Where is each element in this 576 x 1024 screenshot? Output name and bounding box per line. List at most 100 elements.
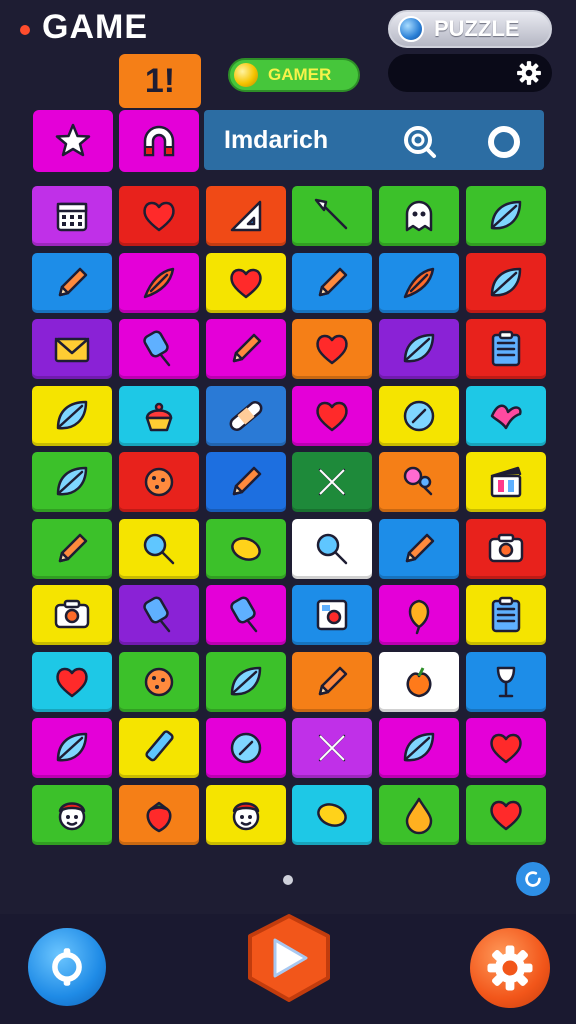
- grid-tile[interactable]: [118, 784, 199, 845]
- refresh-ring-icon[interactable]: [484, 122, 524, 162]
- grid-tile[interactable]: [292, 186, 373, 246]
- cross-icon: [319, 468, 346, 496]
- grid-tile[interactable]: [118, 452, 199, 512]
- settings-button[interactable]: [470, 928, 550, 1008]
- grid-tile[interactable]: [379, 718, 460, 778]
- grid-tile[interactable]: [466, 452, 546, 512]
- grid-tile[interactable]: [32, 186, 112, 246]
- grid-tile[interactable]: [379, 252, 460, 313]
- heart-icon: [143, 201, 175, 232]
- grid-tile[interactable]: [32, 518, 112, 579]
- grid-tile[interactable]: [379, 585, 460, 645]
- feather-icon: [143, 267, 175, 298]
- star-tile[interactable]: [33, 110, 113, 172]
- grid-tile[interactable]: [32, 784, 112, 845]
- grid-tile[interactable]: [205, 651, 286, 712]
- grid-tile[interactable]: [466, 252, 546, 313]
- grid-tile[interactable]: [32, 385, 112, 446]
- grid-tile[interactable]: [379, 319, 460, 379]
- grid-tile[interactable]: [292, 452, 373, 512]
- grid-tile[interactable]: [292, 252, 373, 313]
- grid-tile[interactable]: [205, 452, 286, 512]
- clapper-icon: [490, 466, 522, 498]
- grid-tile[interactable]: [466, 385, 546, 446]
- puzzle-button[interactable]: PUZZLE: [388, 10, 552, 48]
- grid-tile[interactable]: [205, 186, 286, 246]
- grid-tile[interactable]: [292, 518, 373, 579]
- status-dot: [20, 25, 30, 35]
- settings-bar[interactable]: [388, 54, 552, 92]
- grid-tile[interactable]: [379, 518, 460, 579]
- photo-icon: [317, 599, 348, 631]
- grid-tile[interactable]: [32, 319, 112, 379]
- magnifier-icon: [143, 533, 175, 564]
- grid-tile[interactable]: [379, 452, 460, 512]
- notepad-icon: [491, 330, 521, 367]
- level-badge[interactable]: 1!: [119, 54, 201, 108]
- drop-icon: [405, 797, 433, 834]
- search-icon[interactable]: [400, 122, 440, 162]
- grid-tile[interactable]: [118, 385, 199, 446]
- gear-icon[interactable]: [516, 60, 542, 86]
- leaf-icon: [56, 400, 88, 429]
- grid-tile[interactable]: [466, 784, 546, 845]
- grid-tile[interactable]: [118, 585, 199, 645]
- leaf-icon: [490, 267, 522, 296]
- grid-tile[interactable]: [466, 186, 546, 246]
- grid-tile[interactable]: [205, 319, 286, 379]
- calendar-icon: [56, 202, 88, 232]
- lemon-icon: [230, 536, 261, 561]
- grid-tile[interactable]: [466, 585, 546, 645]
- puzzle-label: PUZZLE: [434, 16, 520, 41]
- heart-icon: [490, 733, 522, 764]
- grid-tile[interactable]: [205, 718, 286, 778]
- envelope-icon: [54, 337, 90, 363]
- grid-tile[interactable]: [466, 718, 546, 778]
- camera-icon: [488, 533, 524, 562]
- gamer-label: GAMER: [268, 65, 332, 84]
- target-button[interactable]: [28, 928, 106, 1006]
- grid-tile[interactable]: [118, 252, 199, 313]
- grid-tile[interactable]: [466, 651, 546, 712]
- leaf-icon: [403, 333, 435, 363]
- grid-tile[interactable]: [379, 186, 460, 246]
- grid-tile[interactable]: [292, 651, 373, 712]
- app-title: GAME: [42, 8, 148, 46]
- grid-tile[interactable]: [32, 452, 112, 512]
- grid-tile[interactable]: [205, 518, 286, 579]
- grid-tile[interactable]: [466, 319, 546, 379]
- play-button[interactable]: [242, 912, 336, 1004]
- grid-tile[interactable]: [292, 718, 373, 778]
- grid-tile[interactable]: [292, 585, 373, 645]
- grid-tile[interactable]: [118, 319, 199, 379]
- lemon-icon: [317, 802, 348, 827]
- leaf-icon: [56, 466, 88, 496]
- refresh-icon: [525, 871, 541, 887]
- grid-tile[interactable]: [118, 186, 199, 246]
- grid-tile[interactable]: [118, 518, 199, 579]
- grid-tile[interactable]: [118, 718, 199, 778]
- grid-tile[interactable]: [292, 319, 373, 379]
- grid-tile[interactable]: [379, 784, 460, 845]
- grid-tile[interactable]: [205, 585, 286, 645]
- grid-tile[interactable]: [205, 784, 286, 845]
- magnet-tile[interactable]: [119, 110, 199, 172]
- grid-tile[interactable]: [379, 651, 460, 712]
- bandage-icon: [229, 400, 263, 431]
- grid-tile[interactable]: [118, 651, 199, 712]
- grid-tile[interactable]: [466, 518, 546, 579]
- coin-icon: [234, 63, 258, 87]
- refresh-button[interactable]: [516, 862, 550, 896]
- grid-tile[interactable]: [205, 252, 286, 313]
- gamer-pill[interactable]: GAMER: [228, 58, 360, 92]
- grid-tile[interactable]: [32, 718, 112, 778]
- grid-tile[interactable]: [379, 385, 460, 446]
- grid-tile[interactable]: [32, 651, 112, 712]
- goblet-icon: [496, 666, 516, 697]
- grid-tile[interactable]: [32, 252, 112, 313]
- heart-icon: [229, 268, 262, 298]
- grid-tile[interactable]: [292, 385, 373, 446]
- grid-tile[interactable]: [205, 385, 286, 446]
- grid-tile[interactable]: [292, 784, 373, 845]
- grid-tile[interactable]: [32, 585, 112, 645]
